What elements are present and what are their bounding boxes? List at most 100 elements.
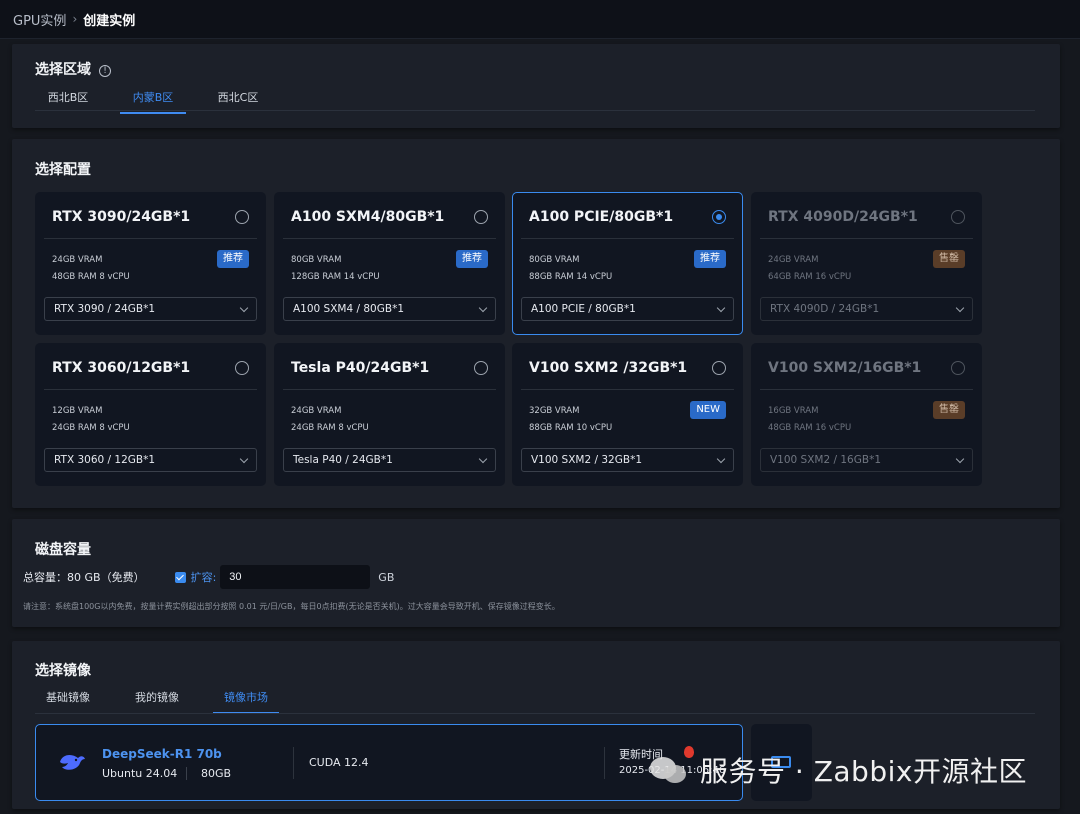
card-divider [760,238,973,239]
status-badge: 售罄 [933,401,965,419]
chevron-down-icon [716,454,726,464]
config-title: 选择配置 [35,162,91,178]
config-select: RTX 4090D / 24GB*1 [760,297,973,321]
config-card-name: V100 SXM2/16GB*1 [768,360,922,376]
status-badge: 推荐 [217,250,249,268]
watermark: 服务号 · Zabbix开源社区 [650,750,1027,790]
config-ram-cpu: 48GB RAM 8 vCPU [52,272,130,282]
image-size: 80GB [201,767,232,780]
page-title: 创建实例 [83,13,136,29]
card-divider [760,389,973,390]
config-ram-cpu: 48GB RAM 16 vCPU [768,423,852,433]
config-vram: 16GB VRAM [768,406,819,416]
config-radio[interactable] [474,210,488,224]
config-card-name: Tesla P40/24GB*1 [291,360,430,376]
disk-note: 请注意：系统盘100G以内免费，按量计费实例超出部分按照 0.01 元/日/GB… [23,602,560,611]
config-select[interactable]: A100 PCIE / 80GB*1 [521,297,734,321]
config-vram: 80GB VRAM [291,255,342,265]
status-badge: 售罄 [933,250,965,268]
deepseek-whale-icon [60,754,85,770]
config-radio [951,210,965,224]
card-divider [521,238,734,239]
config-select-value: V100 SXM2 / 32GB*1 [531,454,643,466]
config-card-name: RTX 4090D/24GB*1 [768,209,918,225]
config-vram: 24GB VRAM [768,255,819,265]
image-tabs-divider [35,713,1035,714]
config-card[interactable]: RTX 3060/12GB*1 12GB VRAM 24GB RAM 8 vCPU R… [35,343,266,486]
card-divider [44,238,257,239]
config-card-name: RTX 3060/12GB*1 [52,360,191,376]
config-radio[interactable] [712,210,726,224]
config-ram-cpu: 24GB RAM 8 vCPU [291,423,369,433]
config-select-value: A100 PCIE / 80GB*1 [531,303,636,315]
config-radio[interactable] [235,361,249,375]
image-title: 选择镜像 [35,663,91,679]
config-card-name: A100 SXM4/80GB*1 [291,209,445,225]
config-ram-cpu: 128GB RAM 14 vCPU [291,272,380,282]
region-panel: 选择区域! 西北B区 内蒙B区 西北C区 [12,44,1060,128]
tab-my-images[interactable]: 我的镜像 [124,689,190,713]
config-card-name: V100 SXM2 /32GB*1 [529,360,688,376]
config-select[interactable]: RTX 3060 / 12GB*1 [44,448,257,472]
info-icon[interactable]: ! [99,65,111,77]
card-divider [521,389,734,390]
config-vram: 24GB VRAM [291,406,342,416]
config-card[interactable]: A100 SXM4/80GB*1 80GB VRAM 128GB RAM 14 vC… [274,192,505,335]
chevron-down-icon [239,454,249,464]
config-select[interactable]: RTX 3090 / 24GB*1 [44,297,257,321]
config-ram-cpu: 88GB RAM 14 vCPU [529,272,613,282]
disk-expand-input[interactable] [220,565,371,589]
config-vram: 12GB VRAM [52,406,103,416]
card-divider [283,389,496,390]
config-ram-cpu: 88GB RAM 10 vCPU [529,423,613,433]
status-badge: 推荐 [456,250,488,268]
config-card: V100 SXM2/16GB*1 16GB VRAM 48GB RAM 16 vCP… [751,343,982,486]
disk-unit: GB [378,570,395,584]
wechat-icon [650,755,690,785]
breadcrumb-separator: › [72,12,78,26]
image-meta-divider [186,767,187,780]
config-select[interactable]: A100 SXM4 / 80GB*1 [283,297,496,321]
breadcrumb-root-link[interactable]: GPU实例 [13,10,66,29]
config-card: RTX 4090D/24GB*1 24GB VRAM 64GB RAM 16 vCP… [751,192,982,335]
expand-checkbox[interactable] [174,571,186,583]
config-card[interactable]: Tesla P40/24GB*1 24GB VRAM 24GB RAM 8 vCPU… [274,343,505,486]
config-radio[interactable] [235,210,249,224]
config-vram: 80GB VRAM [529,255,580,265]
status-badge: NEW [690,401,726,419]
disk-row: 总容量：80 GB（免费） 扩容: GB [23,565,394,589]
watermark-text: 服务号 · Zabbix开源社区 [700,755,1027,788]
image-os: Ubuntu 24.04 [102,767,178,780]
tab-image-market[interactable]: 镜像市场 [213,689,279,714]
region-title: 选择区域! [35,59,111,79]
breadcrumb: GPU实例 › 创建实例 [0,0,1080,39]
tab-base-images[interactable]: 基础镜像 [35,689,101,713]
config-select-value: Tesla P40 / 24GB*1 [293,454,393,466]
image-card-deepseek[interactable]: DeepSeek-R1 70b Ubuntu 24.04 80GB CUDA 1… [35,724,743,801]
config-vram: 32GB VRAM [529,406,580,416]
disk-title: 磁盘容量 [35,542,91,558]
config-radio [951,361,965,375]
image-cuda: CUDA 12.4 [309,756,369,769]
config-select-value: A100 SXM4 / 80GB*1 [293,303,405,315]
config-card[interactable]: A100 PCIE/80GB*1 80GB VRAM 88GB RAM 14 vCP… [512,192,743,335]
config-card[interactable]: RTX 3090/24GB*1 24GB VRAM 48GB RAM 8 vCPU 推… [35,192,266,335]
config-radio[interactable] [712,361,726,375]
config-vram: 24GB VRAM [52,255,103,265]
config-select[interactable]: V100 SXM2 / 32GB*1 [521,448,734,472]
chevron-down-icon [955,303,965,313]
config-select-value: RTX 3090 / 24GB*1 [54,303,156,315]
config-select-value: RTX 3060 / 12GB*1 [54,454,156,466]
config-select[interactable]: Tesla P40 / 24GB*1 [283,448,496,472]
config-ram-cpu: 24GB RAM 8 vCPU [52,423,130,433]
config-radio[interactable] [474,361,488,375]
config-select: V100 SXM2 / 16GB*1 [760,448,973,472]
card-divider [44,389,257,390]
chevron-down-icon [478,303,488,313]
card-divider [283,238,496,239]
config-card[interactable]: V100 SXM2 /32GB*1 32GB VRAM 88GB RAM 10 vC… [512,343,743,486]
config-ram-cpu: 64GB RAM 16 vCPU [768,272,852,282]
image-section-divider [604,747,605,779]
region-tabs-divider [35,110,1035,111]
chevron-down-icon [478,454,488,464]
